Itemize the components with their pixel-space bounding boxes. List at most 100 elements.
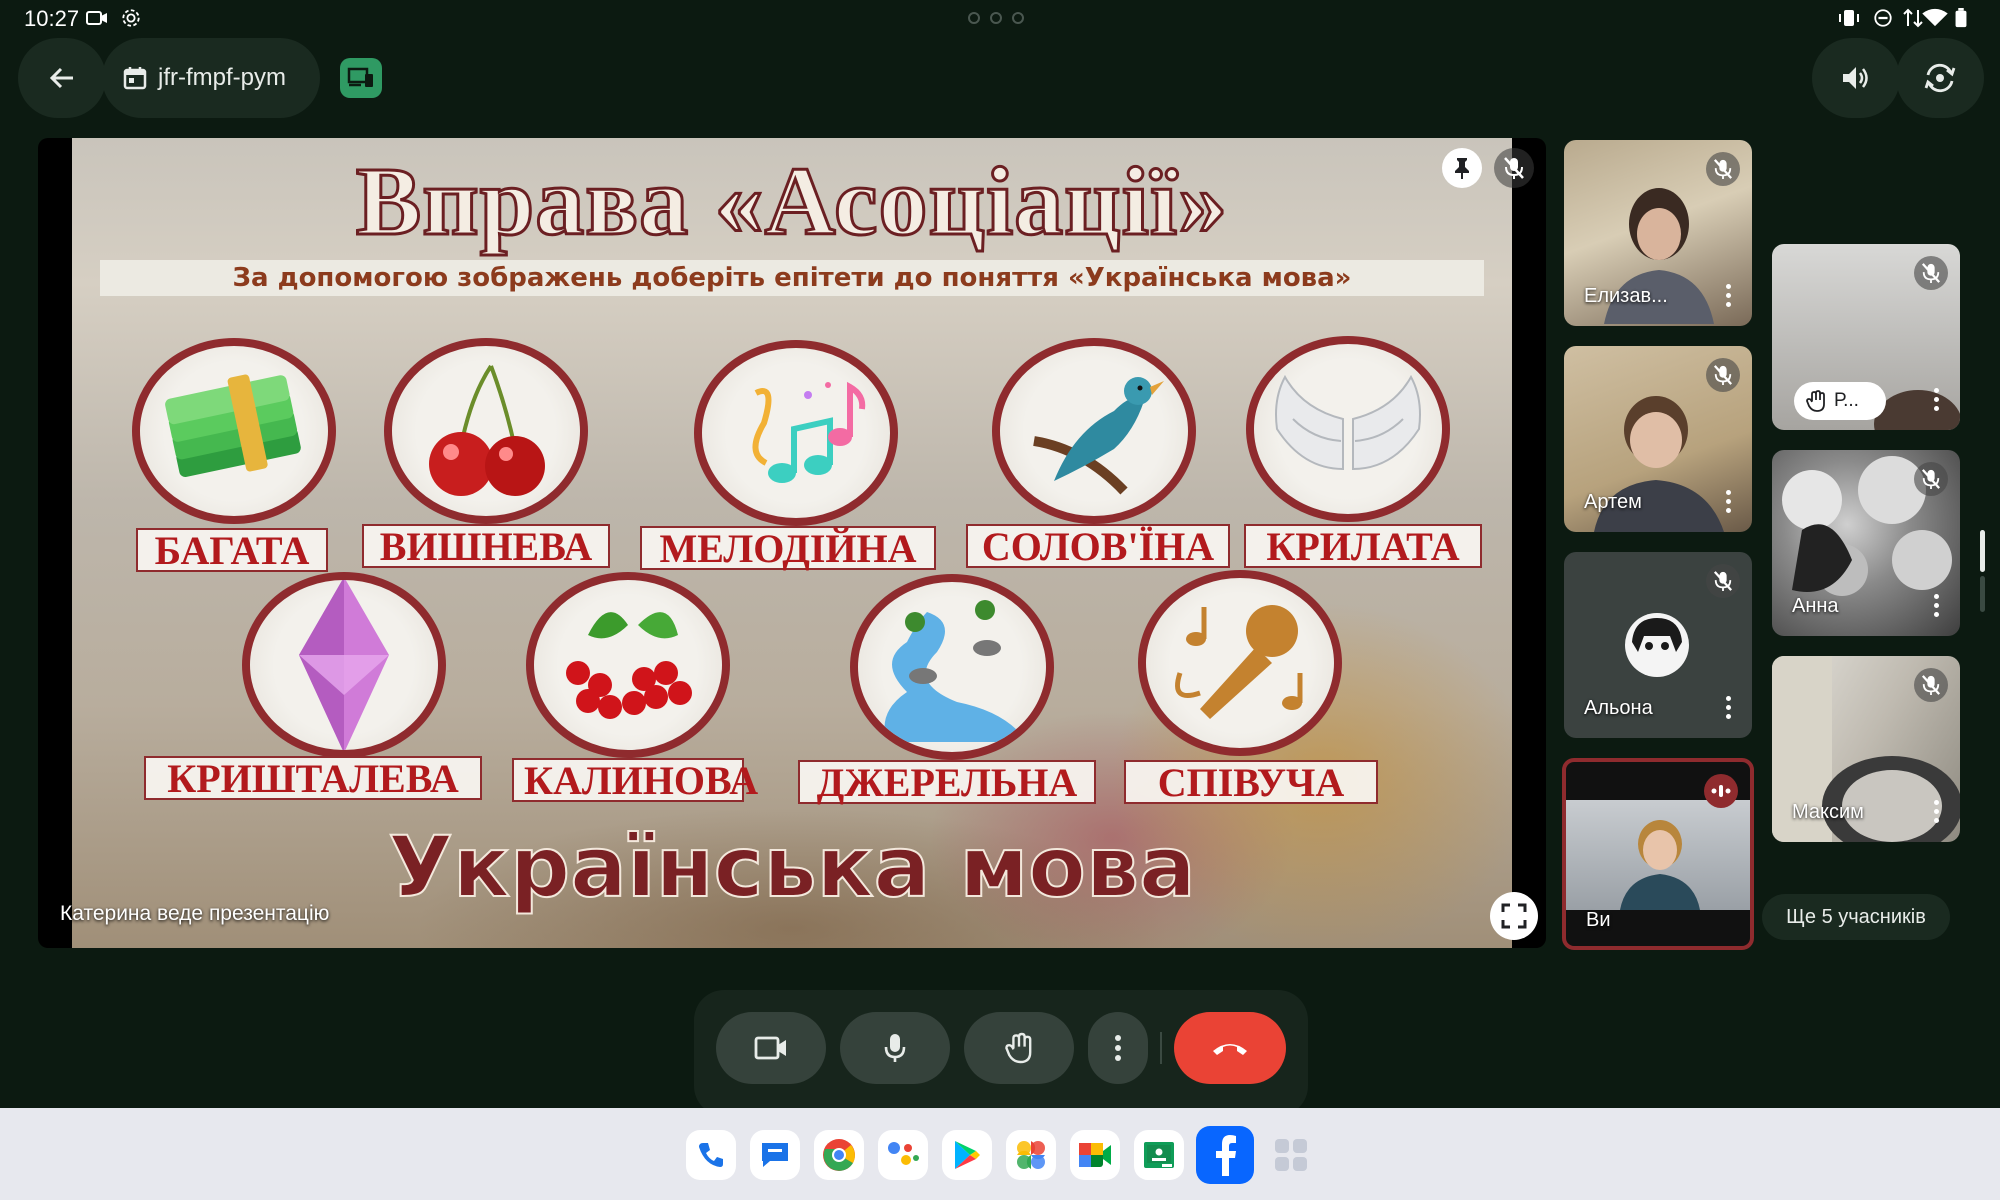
assistant-app-icon[interactable] bbox=[878, 1130, 928, 1180]
photos-app-icon[interactable] bbox=[1006, 1130, 1056, 1180]
money-stack-icon bbox=[165, 374, 301, 478]
phone-app-icon[interactable] bbox=[686, 1130, 736, 1180]
music-circle bbox=[694, 340, 898, 526]
microphone-icon bbox=[1175, 605, 1303, 719]
mic-icon bbox=[884, 1034, 906, 1062]
music-notes-icon bbox=[752, 381, 866, 483]
mic-off-icon bbox=[1713, 159, 1733, 179]
viburnum-berries-icon bbox=[566, 612, 692, 719]
cast-device-button[interactable] bbox=[340, 58, 382, 98]
slide-title: Вправа «Асоціації» bbox=[354, 147, 1229, 258]
call-controls bbox=[694, 990, 1308, 1116]
association-label: КРИЛАТА bbox=[1244, 524, 1482, 568]
mic-off-icon bbox=[1921, 263, 1941, 283]
mic-off-icon bbox=[1713, 365, 1733, 385]
calendar-icon bbox=[123, 67, 147, 90]
messages-app-icon[interactable] bbox=[750, 1130, 800, 1180]
participant-name: Альона bbox=[1584, 697, 1653, 719]
participant-name: Максим bbox=[1792, 801, 1864, 823]
participant-tile[interactable]: Р... bbox=[1772, 244, 1960, 430]
cherry-icon bbox=[429, 364, 545, 496]
participant-tile[interactable]: Максим bbox=[1772, 656, 1960, 842]
camera-button[interactable] bbox=[716, 1012, 826, 1084]
play-store-app-icon[interactable] bbox=[942, 1130, 992, 1180]
avatar bbox=[1625, 613, 1689, 677]
raise-hand-button[interactable] bbox=[964, 1012, 1074, 1084]
participant-name: Ви bbox=[1586, 909, 1611, 931]
crystal-icon bbox=[299, 580, 389, 750]
participant-tile[interactable]: Артем bbox=[1564, 346, 1752, 532]
mic-off-icon bbox=[1713, 571, 1733, 591]
participant-silhouette bbox=[1620, 820, 1700, 910]
leave-call-button[interactable] bbox=[1174, 1012, 1286, 1084]
battery-icon bbox=[1955, 8, 1967, 28]
back-button[interactable] bbox=[18, 38, 106, 118]
participant-tile-self[interactable]: Ви bbox=[1562, 758, 1754, 950]
chrome-icon bbox=[823, 1139, 855, 1171]
scrollbar-track[interactable] bbox=[1980, 576, 1985, 612]
fullscreen-icon bbox=[1501, 903, 1527, 929]
volume-icon bbox=[1843, 67, 1868, 89]
vibrate-icon bbox=[1839, 10, 1859, 26]
participant-name: Артем bbox=[1584, 491, 1642, 513]
switch-camera-button[interactable] bbox=[1896, 38, 1984, 118]
participant-name: Р... bbox=[1834, 390, 1859, 411]
more-options-icon[interactable] bbox=[1932, 388, 1940, 414]
switch-camera-icon bbox=[1924, 63, 1956, 93]
association-label: КАЛИНОВА bbox=[512, 758, 758, 802]
association-label: СПІВУЧА bbox=[1124, 760, 1378, 804]
participant-tile[interactable]: Елизав... bbox=[1564, 140, 1752, 326]
singing-circle bbox=[1138, 570, 1342, 756]
classroom-app-icon[interactable] bbox=[1134, 1130, 1184, 1180]
more-participants-button[interactable]: Ще 5 учасників bbox=[1762, 894, 1950, 940]
participant-tile[interactable]: Альона bbox=[1564, 552, 1752, 738]
devices-icon bbox=[347, 67, 373, 87]
more-options-icon[interactable] bbox=[1932, 594, 1940, 620]
scrollbar-thumb[interactable] bbox=[1980, 530, 1985, 572]
mic-off-icon bbox=[1921, 469, 1941, 489]
participant-tile[interactable]: Анна bbox=[1772, 450, 1960, 636]
chrome-app-icon[interactable] bbox=[814, 1130, 864, 1180]
spring-circle bbox=[850, 574, 1054, 760]
pin-icon bbox=[1455, 158, 1469, 179]
more-options-icon[interactable] bbox=[1724, 696, 1732, 722]
play-store-icon bbox=[955, 1141, 980, 1169]
microphone-button[interactable] bbox=[840, 1012, 950, 1084]
more-options-icon[interactable] bbox=[1724, 284, 1732, 310]
hand-icon bbox=[1005, 1032, 1032, 1064]
audio-output-button[interactable] bbox=[1812, 38, 1900, 118]
nightingale-circle bbox=[992, 338, 1196, 524]
meeting-info-chip[interactable]: jfr-fmpf-pym bbox=[102, 38, 320, 118]
presentation-view[interactable]: Вправа «Асоціації» За допомогою зображен… bbox=[38, 138, 1546, 948]
participant-video bbox=[1566, 800, 1750, 910]
more-options-button[interactable] bbox=[1088, 1012, 1148, 1084]
raised-hand-badge: Р... bbox=[1794, 382, 1886, 420]
money-circle bbox=[132, 338, 336, 524]
fullscreen-button[interactable] bbox=[1490, 892, 1538, 940]
wifi-icon bbox=[1922, 8, 1948, 27]
more-options-icon[interactable] bbox=[1932, 800, 1940, 826]
facebook-app-icon[interactable] bbox=[1196, 1126, 1254, 1184]
presenter-muted-indicator bbox=[1494, 148, 1534, 188]
participant-muted-indicator bbox=[1914, 462, 1948, 496]
audio-level-icon bbox=[1711, 785, 1731, 797]
phone-icon bbox=[699, 1143, 723, 1167]
association-label: КРИШТАЛЕВА bbox=[144, 756, 482, 800]
do-not-disturb-icon bbox=[1874, 9, 1892, 27]
meet-icon bbox=[1079, 1143, 1111, 1167]
app-drawer-icon[interactable] bbox=[1266, 1130, 1316, 1180]
slide-subtitle-bar: За допомогою зображень доберіть епітети … bbox=[100, 260, 1484, 296]
arrow-left-icon bbox=[49, 67, 73, 89]
pin-button[interactable] bbox=[1442, 148, 1482, 188]
facebook-icon bbox=[1216, 1135, 1236, 1176]
hang-up-icon bbox=[1213, 1044, 1247, 1055]
camera-icon bbox=[754, 1036, 786, 1060]
apps-grid-icon bbox=[1275, 1139, 1307, 1171]
more-options-icon[interactable] bbox=[1724, 490, 1732, 516]
meeting-code: jfr-fmpf-pym bbox=[158, 64, 286, 91]
meet-app-icon[interactable] bbox=[1070, 1130, 1120, 1180]
app-dock bbox=[0, 1108, 2000, 1200]
more-vert-icon bbox=[1115, 1035, 1121, 1061]
association-label: МЕЛОДІЙНА bbox=[640, 526, 936, 570]
slide-subtitle: За допомогою зображень доберіть епітети … bbox=[232, 263, 1352, 293]
